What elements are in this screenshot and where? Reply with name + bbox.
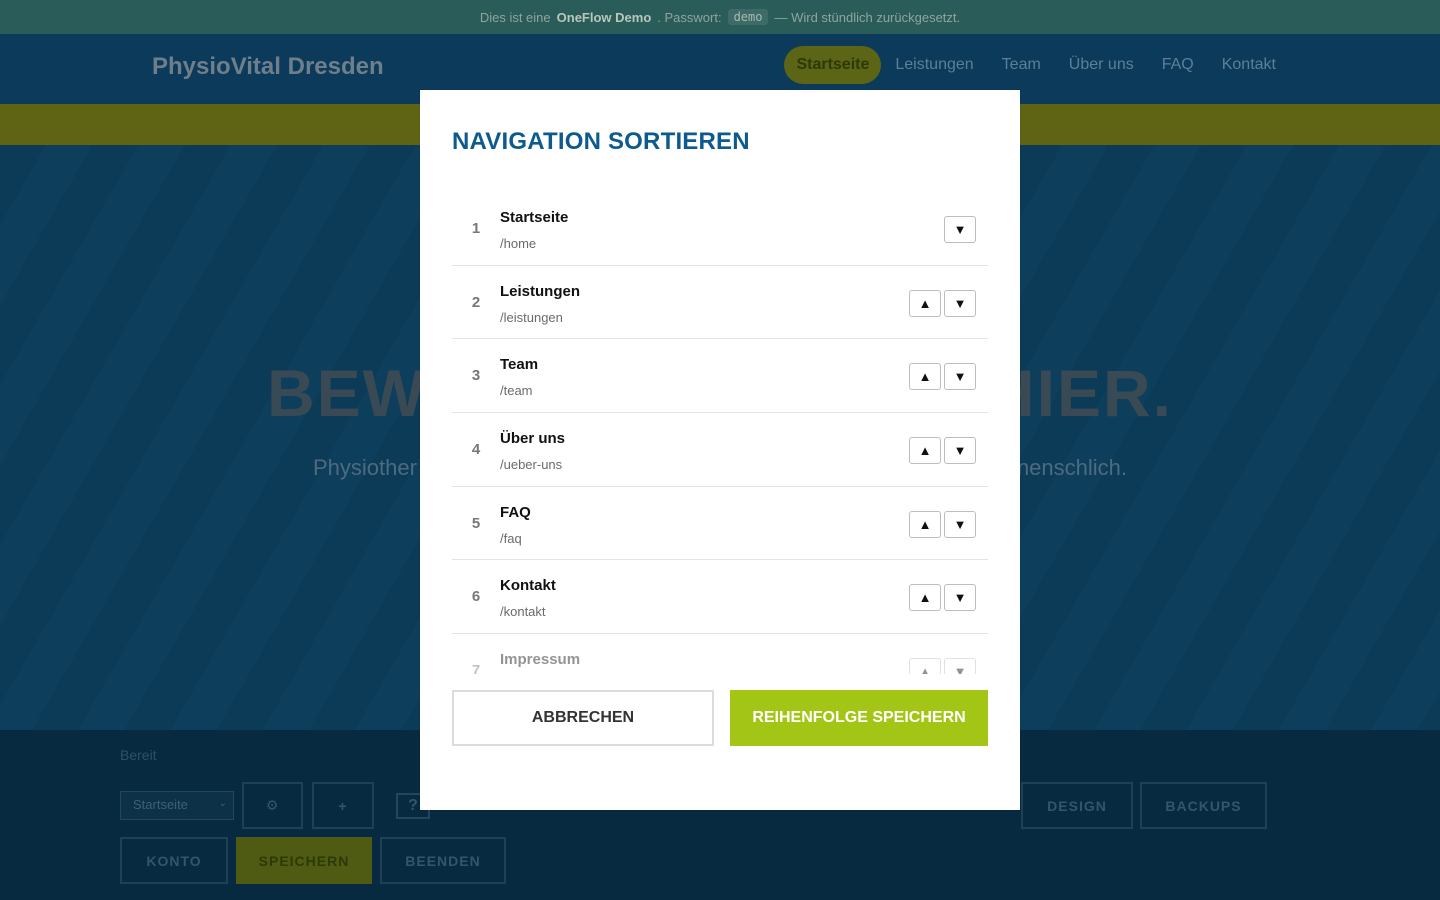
move-down-button[interactable]: ▼ xyxy=(944,289,976,317)
help-icon: ? xyxy=(408,797,418,814)
row-label: Impressum xyxy=(500,651,581,669)
hero-sub-right: nenschlich. xyxy=(1016,455,1128,480)
gear-icon: ⚙ xyxy=(265,797,280,813)
row-number: 1 xyxy=(471,220,481,237)
row-path: /leistungen xyxy=(500,309,563,325)
list-item: 4 Über uns /ueber-uns ▲ ▼ xyxy=(452,413,988,487)
editor-status: Bereit xyxy=(120,747,157,763)
dialog-title: NAVIGATION SORTIEREN xyxy=(452,128,750,155)
hero-sub-left: Physiother xyxy=(312,455,417,480)
move-down-button[interactable]: ▼ xyxy=(944,510,976,538)
move-down-button[interactable]: ▼ xyxy=(944,658,976,674)
list-item: 7 Impressum ▲ ▼ xyxy=(452,634,988,674)
row-label: Team xyxy=(500,356,539,374)
arrow-down-icon: ▼ xyxy=(953,222,967,237)
row-path: /kontakt xyxy=(500,604,546,620)
page-select-value: Startseite xyxy=(133,797,188,812)
demo-banner-prefix: Dies ist eine xyxy=(479,9,551,25)
arrow-down-icon: ▼ xyxy=(953,516,967,532)
site-nav: Startseite Leistungen Team Über uns FAQ … xyxy=(784,46,1290,84)
move-up-button[interactable]: ▲ xyxy=(909,289,941,317)
row-number: 7 xyxy=(471,662,481,674)
row-number: 2 xyxy=(471,293,481,311)
row-label: Kontakt xyxy=(500,577,556,595)
konto-button[interactable]: KONTO xyxy=(120,837,228,884)
arrow-down-icon: ▼ xyxy=(953,369,967,385)
list-item: 5 FAQ /faq ▲ ▼ xyxy=(452,487,988,561)
move-down-button[interactable]: ▼ xyxy=(944,584,976,612)
row-number: 5 xyxy=(471,514,481,532)
arrow-down-icon: ▼ xyxy=(953,443,967,459)
move-up-button[interactable]: ▲ xyxy=(909,510,941,538)
demo-banner-mid: . Passwort: xyxy=(657,9,722,25)
move-up-button[interactable]: ▲ xyxy=(909,363,941,391)
list-item: 1 Startseite /home ▼ xyxy=(452,192,988,266)
nav-startseite[interactable]: Startseite xyxy=(784,46,882,84)
design-button[interactable]: DESIGN xyxy=(1021,782,1133,829)
beenden-button[interactable]: BEENDEN xyxy=(380,837,506,884)
page-select[interactable]: Startseite ⌄ xyxy=(120,791,234,820)
demo-password: demo xyxy=(727,9,769,25)
list-item: 2 Leistungen /leistungen ▲ ▼ xyxy=(452,266,988,340)
move-up-button[interactable]: ▲ xyxy=(909,658,941,674)
hero-title-left: BEW xyxy=(266,356,427,430)
move-up-button[interactable]: ▲ xyxy=(909,437,941,465)
plus-icon: + xyxy=(338,797,348,814)
site-logo[interactable]: PhysioVital Dresden xyxy=(152,53,384,81)
arrow-up-icon: ▲ xyxy=(918,295,932,311)
nav-kontakt[interactable]: Kontakt xyxy=(1208,46,1290,84)
sort-navigation-dialog: NAVIGATION SORTIEREN 1 Startseite /home … xyxy=(420,90,1020,810)
add-button[interactable]: + xyxy=(312,782,374,829)
arrow-down-icon: ▼ xyxy=(953,295,967,311)
arrow-down-icon: ▼ xyxy=(953,590,967,606)
arrow-up-icon: ▲ xyxy=(918,664,932,674)
nav-ueber-uns[interactable]: Über uns xyxy=(1055,46,1148,84)
row-number: 3 xyxy=(471,367,481,385)
row-path: /faq xyxy=(500,530,522,546)
row-path: /ueber-uns xyxy=(500,457,563,473)
arrow-up-icon: ▲ xyxy=(918,516,932,532)
demo-banner-suffix: — Wird stündlich zurückgesetzt. xyxy=(774,9,961,25)
list-item: 3 Team /team ▲ ▼ xyxy=(452,339,988,414)
settings-button[interactable]: ⚙ xyxy=(242,782,303,829)
arrow-down-icon: ▼ xyxy=(953,664,967,674)
demo-banner-brand: OneFlow Demo xyxy=(556,9,652,25)
row-label: Leistungen xyxy=(500,282,581,300)
move-up-button[interactable]: ▲ xyxy=(909,584,941,612)
row-path: /team xyxy=(500,383,533,399)
row-path: /home xyxy=(500,236,537,251)
cancel-button[interactable]: ABBRECHEN xyxy=(452,690,714,746)
row-number: 6 xyxy=(471,588,481,606)
row-label: FAQ xyxy=(500,503,531,521)
nav-faq[interactable]: FAQ xyxy=(1148,46,1208,84)
arrow-up-icon: ▲ xyxy=(918,369,932,385)
backups-button[interactable]: BACKUPS xyxy=(1140,782,1267,829)
move-down-button[interactable]: ▼ xyxy=(944,437,976,465)
speichern-button[interactable]: SPEICHERN xyxy=(236,837,372,884)
chevron-down-icon: ⌄ xyxy=(218,798,227,809)
nav-leistungen[interactable]: Leistungen xyxy=(881,46,987,84)
nav-order-list[interactable]: 1 Startseite /home ▼ 2 Leistungen /leist… xyxy=(452,192,988,674)
arrow-up-icon: ▲ xyxy=(918,590,932,606)
move-down-button[interactable]: ▼ xyxy=(944,216,976,243)
save-order-button[interactable]: REIHENFOLGE SPEICHERN xyxy=(730,690,988,746)
demo-banner: Dies ist eine OneFlow Demo . Passwort: d… xyxy=(0,0,1440,34)
row-label: Über uns xyxy=(500,430,566,448)
move-down-button[interactable]: ▼ xyxy=(944,363,976,391)
list-item: 6 Kontakt /kontakt ▲ ▼ xyxy=(452,560,988,635)
arrow-up-icon: ▲ xyxy=(918,443,932,459)
nav-team[interactable]: Team xyxy=(988,46,1055,84)
row-number: 4 xyxy=(471,441,481,459)
row-label: Startseite xyxy=(500,209,569,226)
